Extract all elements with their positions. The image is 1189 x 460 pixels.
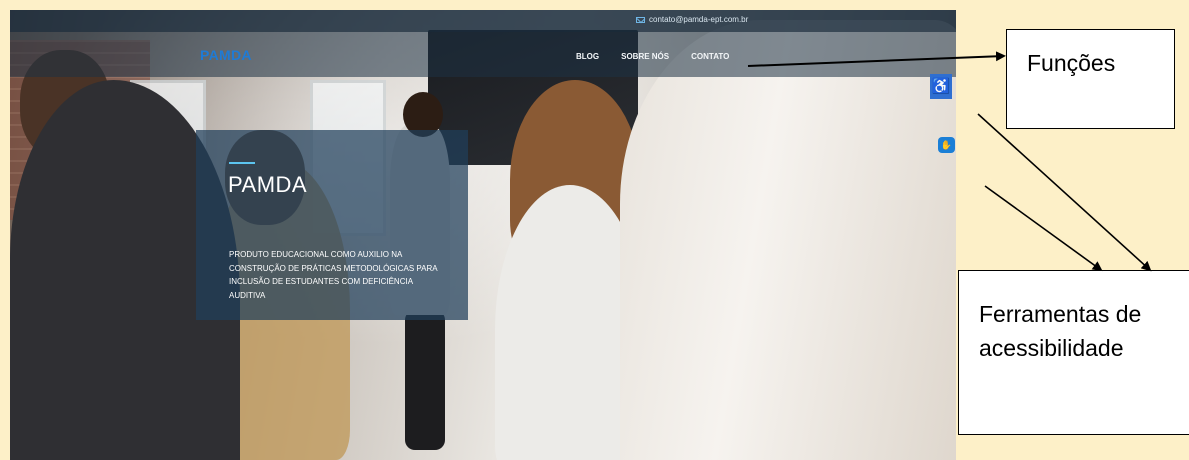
- accessibility-button[interactable]: ♿: [930, 74, 952, 99]
- main-nav: BLOG SOBRE NÓS CONTATO: [576, 52, 729, 61]
- accessibility-tools-callout-label: Ferramentas de acessibilidade: [979, 301, 1142, 361]
- nav-item-blog[interactable]: BLOG: [576, 52, 599, 61]
- hero-card: PAMDA PRODUTO EDUCACIONAL COMO AUXILIO N…: [196, 130, 468, 320]
- site-logo[interactable]: PAMDA: [200, 47, 252, 63]
- arrow-to-tools: [977, 113, 1152, 272]
- contact-email-text[interactable]: contato@pamda-ept.com.br: [649, 15, 748, 24]
- background-presenter: [405, 310, 445, 450]
- functions-callout: Funções: [1006, 29, 1175, 129]
- hero-description: PRODUTO EDUCACIONAL COMO AUXILIO NA CONS…: [229, 250, 438, 300]
- website-screenshot: contato@pamda-ept.com.br PAMDA BLOG SOBR…: [10, 10, 956, 460]
- functions-callout-label: Funções: [1027, 50, 1116, 76]
- navbar: PAMDA BLOG SOBRE NÓS CONTATO: [10, 32, 956, 77]
- top-contact-bar: contato@pamda-ept.com.br: [10, 10, 956, 32]
- mail-icon: [636, 16, 645, 23]
- hero-title: PAMDA: [228, 172, 308, 197]
- wheelchair-icon: ♿: [931, 78, 951, 95]
- contact-email[interactable]: contato@pamda-ept.com.br: [636, 15, 748, 24]
- background-audience: [620, 20, 956, 460]
- arrow-to-tools: [984, 185, 1103, 272]
- nav-item-contato[interactable]: CONTATO: [691, 52, 729, 61]
- hand-icon: ✋: [940, 140, 953, 150]
- nav-item-sobre[interactable]: SOBRE NÓS: [621, 52, 669, 61]
- hero-accent-line: [229, 162, 255, 164]
- accessibility-tools-callout: Ferramentas de acessibilidade: [958, 270, 1189, 435]
- libras-button[interactable]: ✋: [938, 137, 955, 153]
